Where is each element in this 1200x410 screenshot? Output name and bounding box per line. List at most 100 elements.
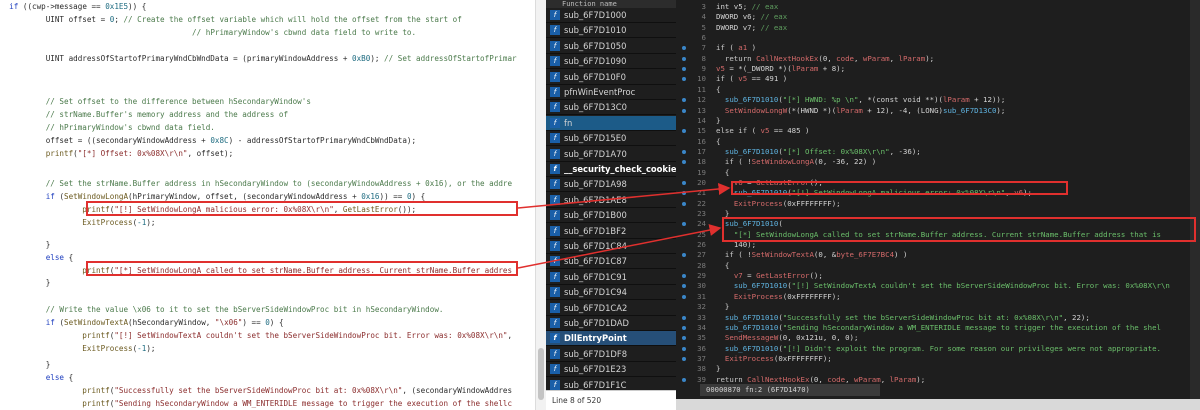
function-list-item[interactable]: f sub_6F7D1010 — [546, 23, 676, 39]
line-number: 25 — [697, 229, 706, 239]
decompiler-view[interactable]: 3 int v5; // eax 4 DWORD v6; // eax 5 DWORD v… — [676, 0, 1200, 410]
source-code-line: } — [0, 240, 51, 249]
source-code-line: // strName.Buffer's memory address and t… — [45, 110, 289, 119]
breakpoint-dot-icon[interactable] — [682, 108, 686, 113]
decompiler-horizontal-scrollbar[interactable] — [676, 399, 1200, 410]
function-icon: f — [550, 194, 560, 205]
function-list-item[interactable]: f __security_check_cookie(x) — [546, 162, 676, 177]
function-list-pane: Function name f sub_6F7D1000 f sub_6F7D1010… — [546, 0, 676, 410]
function-list-item[interactable]: f sub_6F7D1C91 — [546, 270, 676, 285]
line-number: 38 — [697, 364, 706, 374]
source-code-line: UINT offset = 0; // Create the offset va… — [0, 15, 462, 24]
line-number: 26 — [697, 240, 706, 250]
breakpoint-dot-icon[interactable] — [682, 160, 686, 165]
function-list-item[interactable]: f sub_6F7D10F0 — [546, 70, 676, 85]
decompiled-code-text: SetWindowLongW(*(HWND *)(lParam + 12), -… — [724, 105, 1006, 115]
function-icon: f — [550, 241, 560, 251]
function-name: sub_6F7D1F1C — [564, 379, 627, 390]
breakpoint-dot-icon[interactable] — [682, 294, 686, 299]
breakpoint-dot-icon[interactable] — [682, 325, 686, 330]
function-list-item[interactable]: f fn — [546, 115, 676, 131]
function-list-item[interactable]: f sub_6F7D1BF2 — [546, 224, 676, 239]
breakpoint-dot-icon[interactable] — [682, 377, 686, 382]
decompiled-code-text: ExitProcess(0xFFFFFFFF); — [733, 291, 841, 301]
breakpoint-dot-icon[interactable] — [682, 149, 686, 154]
function-list-item[interactable]: f sub_6F7D13C0 — [546, 100, 676, 116]
decompiled-code-text: ExitProcess(0xFFFFFFFF); — [724, 353, 832, 363]
function-icon: f — [550, 102, 560, 113]
source-code-line: else { — [45, 253, 74, 262]
breakpoint-dot-icon[interactable] — [682, 336, 686, 341]
function-list-item[interactable]: f sub_6F7D1E23 — [546, 362, 676, 378]
scrollbar-thumb[interactable] — [538, 348, 544, 400]
decompiler-address-status: 00000870 fn:2 (6F7D1470) — [700, 384, 880, 396]
function-name: sub_6F7D1DF8 — [564, 348, 628, 359]
function-icon: f — [550, 271, 560, 282]
decompiled-code-text: DWORD v6; // eax — [716, 12, 788, 22]
line-number: 10 — [697, 74, 706, 84]
decompiled-code-text: } — [716, 302, 730, 312]
function-list-item[interactable]: f sub_6F7D1A98 — [546, 177, 676, 193]
function-list-item[interactable]: f sub_6F7D1C87 — [546, 254, 676, 270]
breakpoint-dot-icon[interactable] — [682, 46, 686, 51]
function-list-item[interactable]: f pfnWinEventProc — [546, 85, 676, 100]
decompiled-code-text: sub_6F7D1010("[!] Didn't exploit the pro… — [724, 343, 1161, 353]
line-number: 19 — [697, 167, 706, 177]
function-list-item[interactable]: f sub_6F7D1050 — [546, 39, 676, 54]
source-code-line: if (SetWindowTextA(hSecondaryWindow, "\x… — [45, 318, 284, 327]
line-number: 20 — [697, 177, 706, 187]
decompiled-line: 38} — [676, 364, 1200, 374]
function-list-item[interactable]: f sub_6F7D1090 — [546, 54, 676, 70]
breakpoint-dot-icon[interactable] — [682, 98, 686, 103]
function-name: sub_6F7D10F0 — [564, 71, 626, 82]
line-number: 14 — [697, 115, 706, 125]
decompiler-vertical-scrollbar[interactable] — [1190, 0, 1200, 399]
function-list-status: Line 8 of 520 — [546, 390, 676, 410]
breakpoint-dot-icon[interactable] — [682, 284, 686, 289]
source-code-line: ExitProcess(-1); — [82, 344, 156, 353]
decompiled-code-text: v7 = GetLastError(); — [733, 271, 823, 281]
decompiled-code-text: sub_6F7D1010("[*] Offset: 0x%08X\r\n", -… — [724, 146, 921, 156]
breakpoint-dot-icon[interactable] — [682, 346, 686, 351]
breakpoint-dot-icon[interactable] — [682, 315, 686, 320]
source-editor-scrollbar[interactable] — [535, 0, 546, 410]
breakpoint-dot-icon[interactable] — [682, 191, 686, 196]
source-code-line: // Write the value \x06 to it to set the… — [45, 305, 444, 314]
function-name-header[interactable]: Function name — [546, 0, 676, 8]
breakpoint-dot-icon[interactable] — [682, 77, 686, 82]
function-name: sub_6F7D1A70 — [564, 148, 627, 159]
line-number: 32 — [697, 302, 706, 312]
function-list-item[interactable]: f sub_6F7D1B00 — [546, 208, 676, 224]
function-list-item[interactable]: f sub_6F7D1C94 — [546, 285, 676, 301]
breakpoint-dot-icon[interactable] — [682, 180, 686, 185]
breakpoint-dot-icon[interactable] — [682, 56, 686, 61]
breakpoint-dot-icon[interactable] — [682, 129, 686, 134]
function-name: pfnWinEventProc — [564, 87, 636, 97]
decompiled-code-text: int v5; // eax — [716, 2, 779, 11]
function-list-item[interactable]: f sub_6F7D1000 — [546, 8, 676, 23]
decompiled-code-text: } — [716, 364, 721, 374]
breakpoint-dot-icon[interactable] — [682, 356, 686, 361]
function-list-item[interactable]: f sub_6F7D1DAD — [546, 316, 676, 331]
right-highlight-strname-buffer — [722, 217, 1196, 242]
breakpoint-dot-icon[interactable] — [682, 67, 686, 72]
breakpoint-dot-icon[interactable] — [682, 253, 686, 258]
breakpoint-dot-icon[interactable] — [682, 222, 686, 227]
function-list-item[interactable]: f sub_6F7D1DF8 — [546, 347, 676, 362]
function-list-item[interactable]: f sub_6F7D1CA2 — [546, 301, 676, 316]
decompiled-line: 33 sub_6F7D1010("Successfully set the bS… — [676, 313, 1200, 323]
breakpoint-dot-icon[interactable] — [682, 274, 686, 279]
function-list-item[interactable]: f sub_6F7D1AE8 — [546, 193, 676, 208]
function-list-item[interactable]: f sub_6F7D1C84 — [546, 239, 676, 254]
decompiled-code-text: { — [716, 136, 721, 146]
breakpoint-dot-icon[interactable] — [682, 201, 686, 206]
function-name: sub_6F7D1AE8 — [564, 194, 627, 205]
function-list-item[interactable]: f sub_6F7D1A70 — [546, 147, 676, 162]
decompiled-line: 15 else if ( v5 == 485 ) — [676, 126, 1200, 136]
decompiled-code-text: ExitProcess(0xFFFFFFFF); — [733, 198, 841, 208]
function-name: sub_6F7D1C94 — [564, 287, 627, 298]
function-list-item[interactable]: f DllEntryPoint — [546, 331, 676, 347]
function-list-item[interactable]: f sub_6F7D15E0 — [546, 131, 676, 147]
function-name: sub_6F7D1C84 — [564, 241, 627, 251]
decompiled-line: 10 if ( v5 == 491 ) — [676, 74, 1200, 84]
